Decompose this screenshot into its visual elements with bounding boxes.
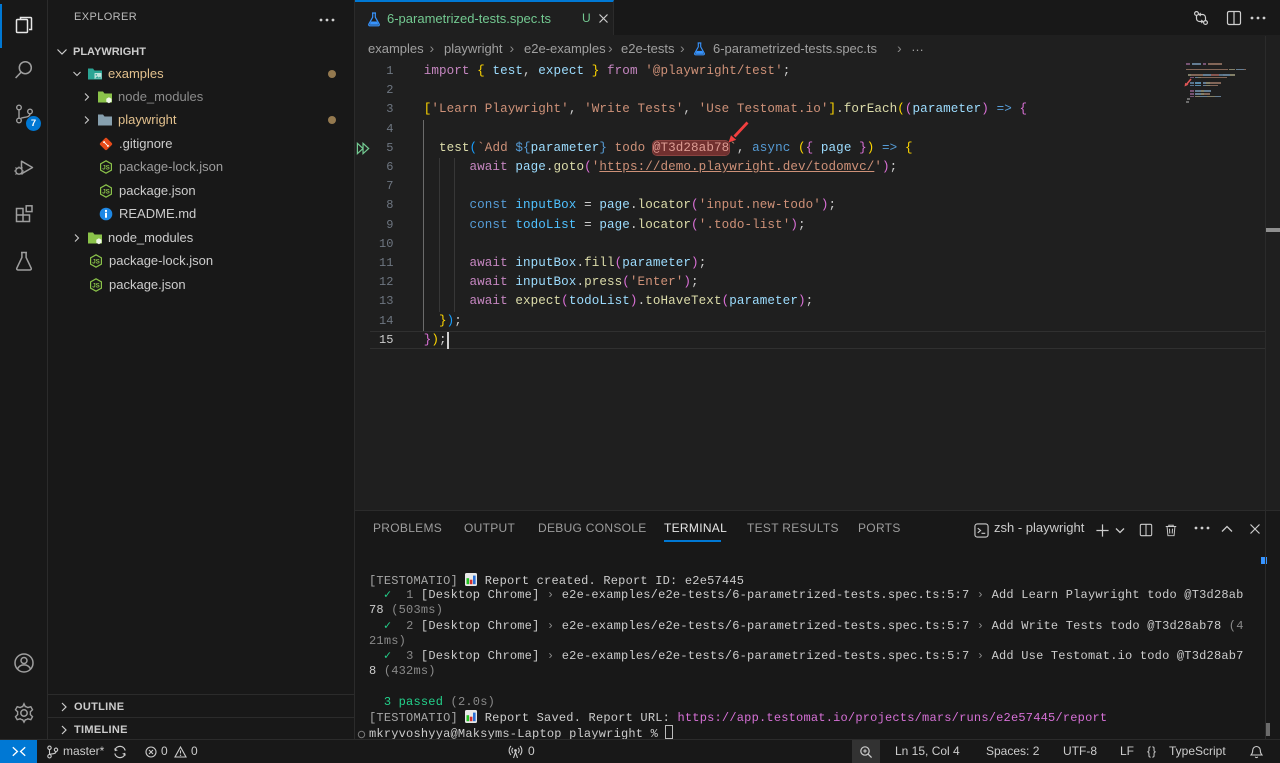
svg-text:JS: JS (92, 282, 100, 289)
svg-text:JS: JS (92, 258, 100, 265)
svg-text:JS: JS (102, 188, 110, 195)
svg-text:JS: JS (102, 164, 110, 171)
